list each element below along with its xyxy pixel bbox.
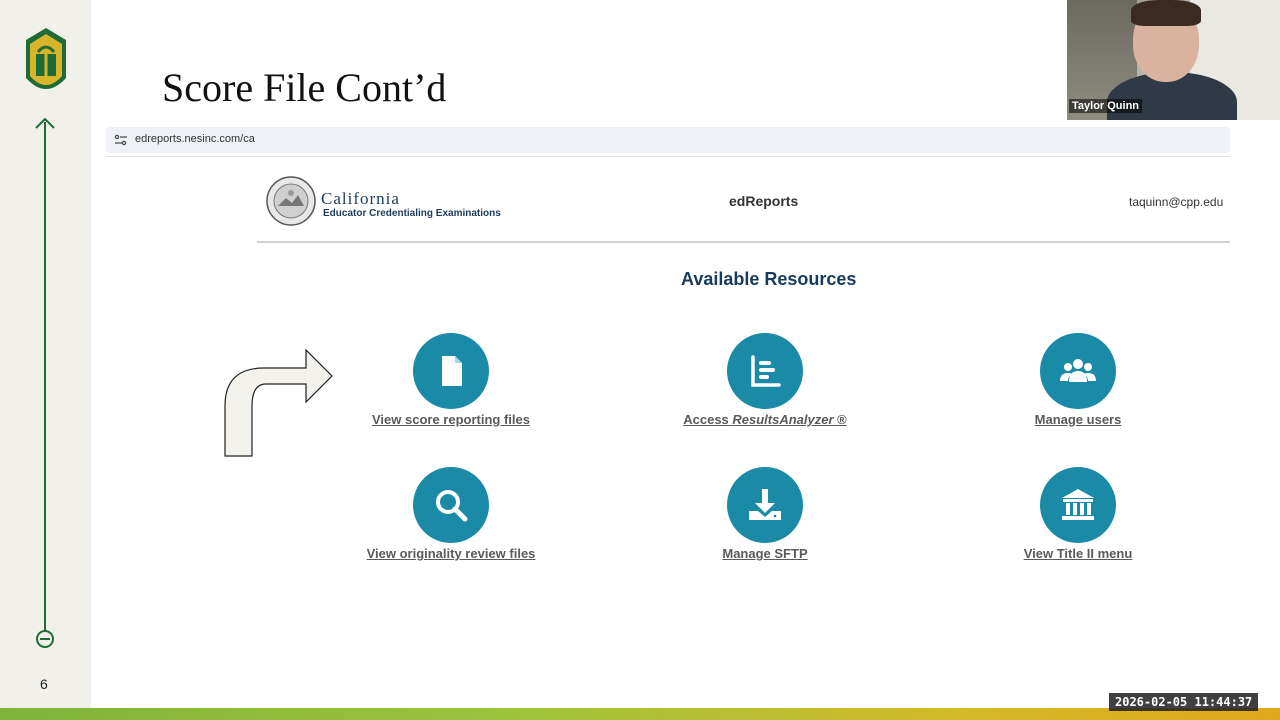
site-settings-icon[interactable] (114, 133, 128, 147)
manage-sftp-link[interactable]: Manage SFTP (645, 546, 885, 561)
results-analyzer-label-name: ResultsAnalyzer (732, 412, 834, 427)
view-originality-review-files-link[interactable]: View originality review files (331, 546, 571, 561)
view-title-ii-menu-link[interactable]: View Title II menu (958, 546, 1198, 561)
results-analyzer-label-prefix: Access (683, 412, 733, 427)
browser-divider (106, 156, 1230, 157)
participant-name: Taylor Quinn (1069, 99, 1143, 113)
webcam-video: Taylor Quinn (1067, 0, 1280, 120)
user-email[interactable]: taquinn@cpp.edu (1129, 195, 1223, 209)
download-icon (749, 489, 781, 520)
institution-icon (1062, 489, 1094, 520)
results-analyzer-label-suffix: ® (833, 412, 847, 427)
manage-users-button[interactable] (1040, 333, 1116, 409)
webcam-person-hair (1131, 0, 1201, 26)
access-results-analyzer-link[interactable]: Access ResultsAnalyzer ® (645, 412, 885, 427)
brand-name: California (321, 189, 400, 208)
users-icon (1060, 359, 1096, 382)
bent-arrow-icon (224, 348, 333, 457)
timeline-line (44, 122, 46, 632)
slide-title: Score File Cont’d (162, 65, 447, 110)
search-icon (436, 490, 468, 522)
view-originality-review-files-button[interactable] (413, 467, 489, 543)
timeline-end-icon (36, 630, 54, 648)
browser-address-bar[interactable]: edreports.nesinc.com/ca (106, 127, 1230, 153)
app-name: edReports (729, 193, 799, 209)
view-title-ii-menu-button[interactable] (1040, 467, 1116, 543)
bar-chart-icon (751, 355, 781, 387)
slide-footer-bar (0, 708, 1280, 720)
page-number: 6 (40, 676, 48, 692)
slide-sidebar: 6 (0, 0, 91, 712)
recording-timestamp: 2026-02-05 11:44:37 (1109, 693, 1259, 711)
cpp-logo-icon (26, 28, 66, 89)
access-results-analyzer-button[interactable] (727, 333, 803, 409)
url-text[interactable]: edreports.nesinc.com/ca (135, 133, 255, 145)
file-icon (442, 356, 462, 386)
brand-subtitle: Educator Credentialing Examinations (323, 208, 501, 219)
section-title: Available Resources (681, 269, 857, 289)
california-seal-icon (266, 176, 316, 226)
manage-sftp-button[interactable] (727, 467, 803, 543)
manage-users-link[interactable]: Manage users (958, 412, 1198, 427)
view-score-reporting-files-button[interactable] (413, 333, 489, 409)
view-score-reporting-files-link[interactable]: View score reporting files (331, 412, 571, 427)
header-divider (257, 241, 1230, 243)
